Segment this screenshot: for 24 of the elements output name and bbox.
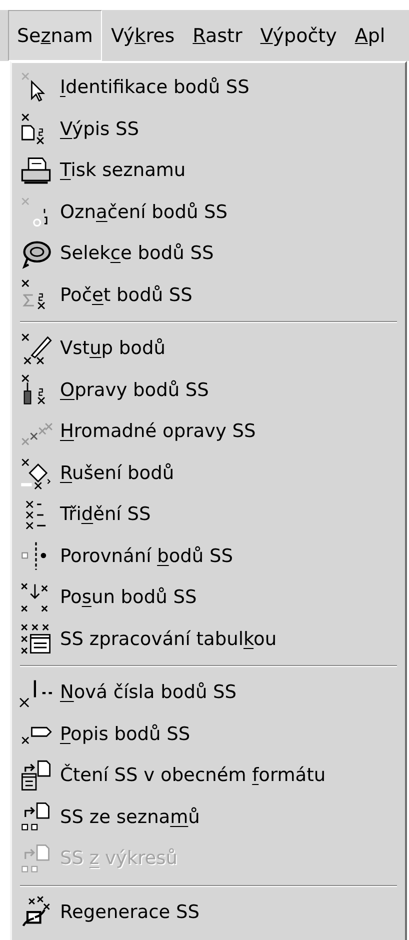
menu-item[interactable]: Nová čísla bodů SS <box>60 682 237 704</box>
menu-item[interactable]: Označení bodů SS <box>60 202 228 223</box>
menu-bar-item[interactable]: Seznam <box>8 10 102 61</box>
menu-item[interactable]: Vstup bodů <box>60 338 166 360</box>
menu-bar-item[interactable]: Výkres <box>102 10 184 61</box>
menu-bar-item[interactable]: Rastr <box>184 10 252 61</box>
menu-item[interactable]: Porovnání bodů SS <box>60 546 233 567</box>
menu-item[interactable]: Třidění SS <box>60 504 151 526</box>
menu-item[interactable]: Výpis SS <box>60 118 140 140</box>
menu-item[interactable]: Hromadné opravy SS <box>60 421 256 442</box>
menu-item[interactable]: Posun bodů SS <box>60 587 197 608</box>
menu-bar-item[interactable]: Apl <box>346 10 394 61</box>
menu-item[interactable]: SS zpracování tabulkou <box>60 628 277 650</box>
menu-item[interactable]: Regenerace SS <box>60 902 200 923</box>
menu-item[interactable]: Tisk seznamu <box>60 160 186 182</box>
menu-item[interactable]: Identifikace bodů SS <box>60 77 250 98</box>
menu-item[interactable]: Selekce bodů SS <box>60 243 214 264</box>
menu-item[interactable]: Čtení SS v obecném formátu <box>60 765 326 786</box>
menu-item[interactable]: Popis bodů SS <box>60 724 190 745</box>
menu-item[interactable]: Opravy bodů SS <box>60 380 209 401</box>
menu-item[interactable]: SS ze seznamů <box>60 806 200 828</box>
menu-item[interactable]: Počet bodů SS <box>60 284 192 306</box>
menu-item[interactable]: Rušení bodů <box>60 462 174 484</box>
menu-bar-item[interactable]: Výpočty <box>251 10 346 61</box>
